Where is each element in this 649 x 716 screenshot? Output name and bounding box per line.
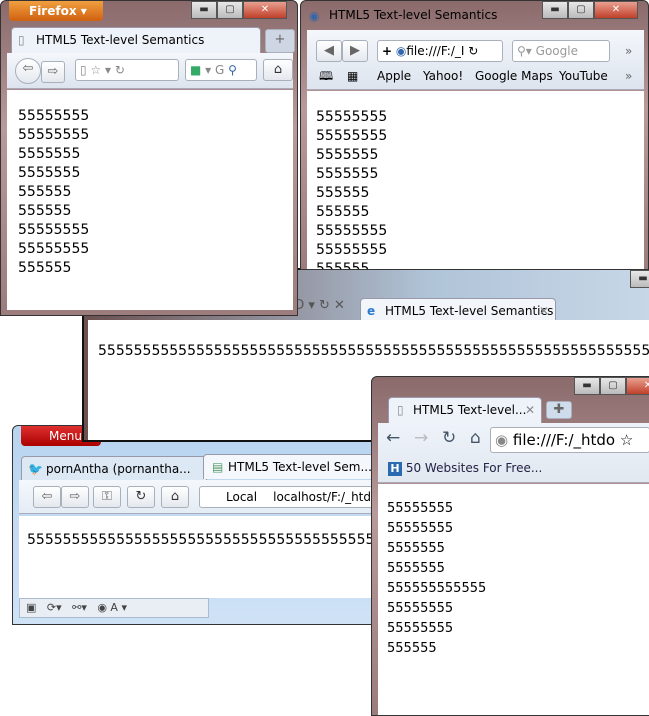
home-button[interactable]: ⌂ [263, 59, 293, 81]
safari-icon: ◉ [309, 9, 320, 23]
page-icon: ▯ [18, 33, 25, 47]
home-button[interactable]: ⌂ [161, 486, 189, 508]
globe-icon: ◉ [495, 431, 509, 449]
back-button[interactable]: ← [386, 430, 400, 447]
opera-page-content: 5555555555555555555555555555555555555555… [19, 516, 381, 598]
chrome-toolbar: ← → ↻ ⌂ ◉ file:///F:/_htdo ☆ H 50 Websit… [378, 423, 649, 483]
safari-page-content: 55555555 55555555 5555555 5555555 555555 5555… [307, 91, 644, 269]
forward-button[interactable]: → [414, 430, 428, 447]
chrome-page-content: 55555555 55555555 5555555 5555555 5555555555… [378, 484, 649, 715]
more-bookmarks-icon[interactable]: » [625, 69, 632, 83]
reload-button[interactable]: ↻ [127, 486, 155, 508]
bookmark-google-maps[interactable]: Google Maps [475, 69, 553, 83]
maximize-button[interactable]: ▢ [568, 1, 594, 19]
back-button[interactable]: ⇦ [33, 486, 61, 508]
bookmark-apple[interactable]: Apple [377, 69, 411, 83]
chrome-tab[interactable]: HTML5 Text-level... ▯ ✕ [388, 397, 542, 423]
firefox-toolbar: ⇦ ⇨ ▯ ☆ ▾ ↻ ■ ▾ G ⚲ ⌂ [7, 53, 293, 89]
google-icon: ■ [190, 63, 202, 77]
chrome-window: ▬▢✕ HTML5 Text-level...▯✕ ✚ ← → ↻ ⌂ ◉ fi… [371, 376, 649, 716]
bookmark-yahoo[interactable]: Yahoo! [423, 69, 463, 83]
opera-tab-html5[interactable]: HTML5 Text-level Sem... ▤ [203, 454, 381, 479]
minimize-button[interactable]: ▬ [574, 377, 600, 395]
address-bar[interactable]: ◉ file:///F:/_htdo ☆ [490, 427, 649, 453]
ie-address-controls[interactable]: O ▾ ↻ ✕ [294, 298, 354, 313]
globe-icon: ◉ [395, 44, 407, 58]
minimize-button[interactable]: ▬ [542, 1, 568, 19]
safari-window: ◉ HTML5 Text-level Semantics ▬ ▢ ✕ ◀ ▶ + ◉… [300, 0, 649, 270]
close-button[interactable]: ✕ [594, 1, 638, 19]
close-tab-icon[interactable]: ✕ [525, 398, 535, 422]
window-title: HTML5 Text-level Semantics [329, 8, 498, 22]
new-tab-button[interactable]: ✚ [546, 401, 572, 419]
opera-window: Menu pornAntha (pornantha... 🐦 HTML5 Text… [12, 425, 382, 625]
address-bar[interactable]: + ◉file:///F:/_I ↻ [377, 40, 503, 62]
top-sites-grid-icon[interactable]: ▦ [347, 69, 358, 83]
search-bar[interactable]: ■ ▾ G ⚲ [185, 59, 257, 81]
home-button[interactable]: ⌂ [470, 430, 481, 447]
add-bookmark-icon[interactable]: + [382, 44, 392, 58]
opera-status-bar: ▣ ⟳▾ ⚯▾ ◉ A ▾ [19, 598, 209, 618]
search-bar[interactable]: ⚲▾ Google [512, 40, 610, 62]
opera-tab-twitter[interactable]: pornAntha (pornantha... 🐦 [21, 456, 207, 481]
new-tab-button[interactable]: + [265, 29, 295, 53]
firefox-window: Firefox ▾ ▬ ▢ ✕ HTML5 Text-level Semantics… [0, 0, 298, 316]
forward-button[interactable]: ▶ [342, 40, 368, 62]
maximize-button[interactable]: ▢ [600, 377, 626, 395]
forward-button[interactable]: ⇨ [61, 486, 89, 508]
minimize-button[interactable]: ▬ [191, 1, 217, 19]
firefox-menu-button[interactable]: Firefox ▾ [9, 1, 103, 21]
reload-button[interactable]: ↻ [442, 430, 456, 447]
close-button[interactable]: ✕ [243, 1, 287, 19]
bookmarks-book-icon[interactable]: 🕮 [319, 69, 333, 83]
address-bar[interactable]: Local localhost/F:/_htdoc [199, 486, 381, 508]
back-button[interactable]: ⇦ [15, 58, 41, 84]
address-bar[interactable]: ▯ ☆ ▾ ↻ [75, 59, 179, 81]
forward-button[interactable]: ⇨ [41, 61, 65, 83]
site-favicon-icon: H [388, 462, 402, 476]
bookmark-50-websites[interactable]: H 50 Websites For Free... [388, 461, 542, 476]
maximize-button[interactable]: ▢ [217, 1, 243, 19]
close-button[interactable]: ✕ [626, 377, 649, 395]
search-icon[interactable]: ⚲ [228, 63, 237, 77]
twitter-icon: 🐦 [28, 462, 43, 476]
star-icon[interactable]: ☆ [620, 431, 633, 449]
firefox-page-content: 55555555 55555555 5555555 5555555 555555 5555… [7, 90, 293, 310]
page-icon: ▤ [212, 460, 224, 474]
opera-toolbar: ⇦ ⇨ ⚿ ↻ ⌂ Local localhost/F:/_htdoc [19, 480, 381, 514]
more-icon[interactable]: » [625, 44, 632, 58]
minimize-button[interactable]: ▬ [630, 270, 649, 288]
firefox-tab[interactable]: HTML5 Text-level Semantics ▯ [11, 27, 261, 55]
bookmark-youtube[interactable]: YouTube [559, 69, 608, 83]
page-icon: ▯ [397, 403, 404, 417]
key-icon[interactable]: ⚿ [93, 486, 121, 508]
safari-toolbar: ◀ ▶ + ◉file:///F:/_I ↻ ⚲▾ Google » 🕮 ▦ A… [307, 30, 644, 90]
back-button[interactable]: ◀ [316, 40, 342, 62]
